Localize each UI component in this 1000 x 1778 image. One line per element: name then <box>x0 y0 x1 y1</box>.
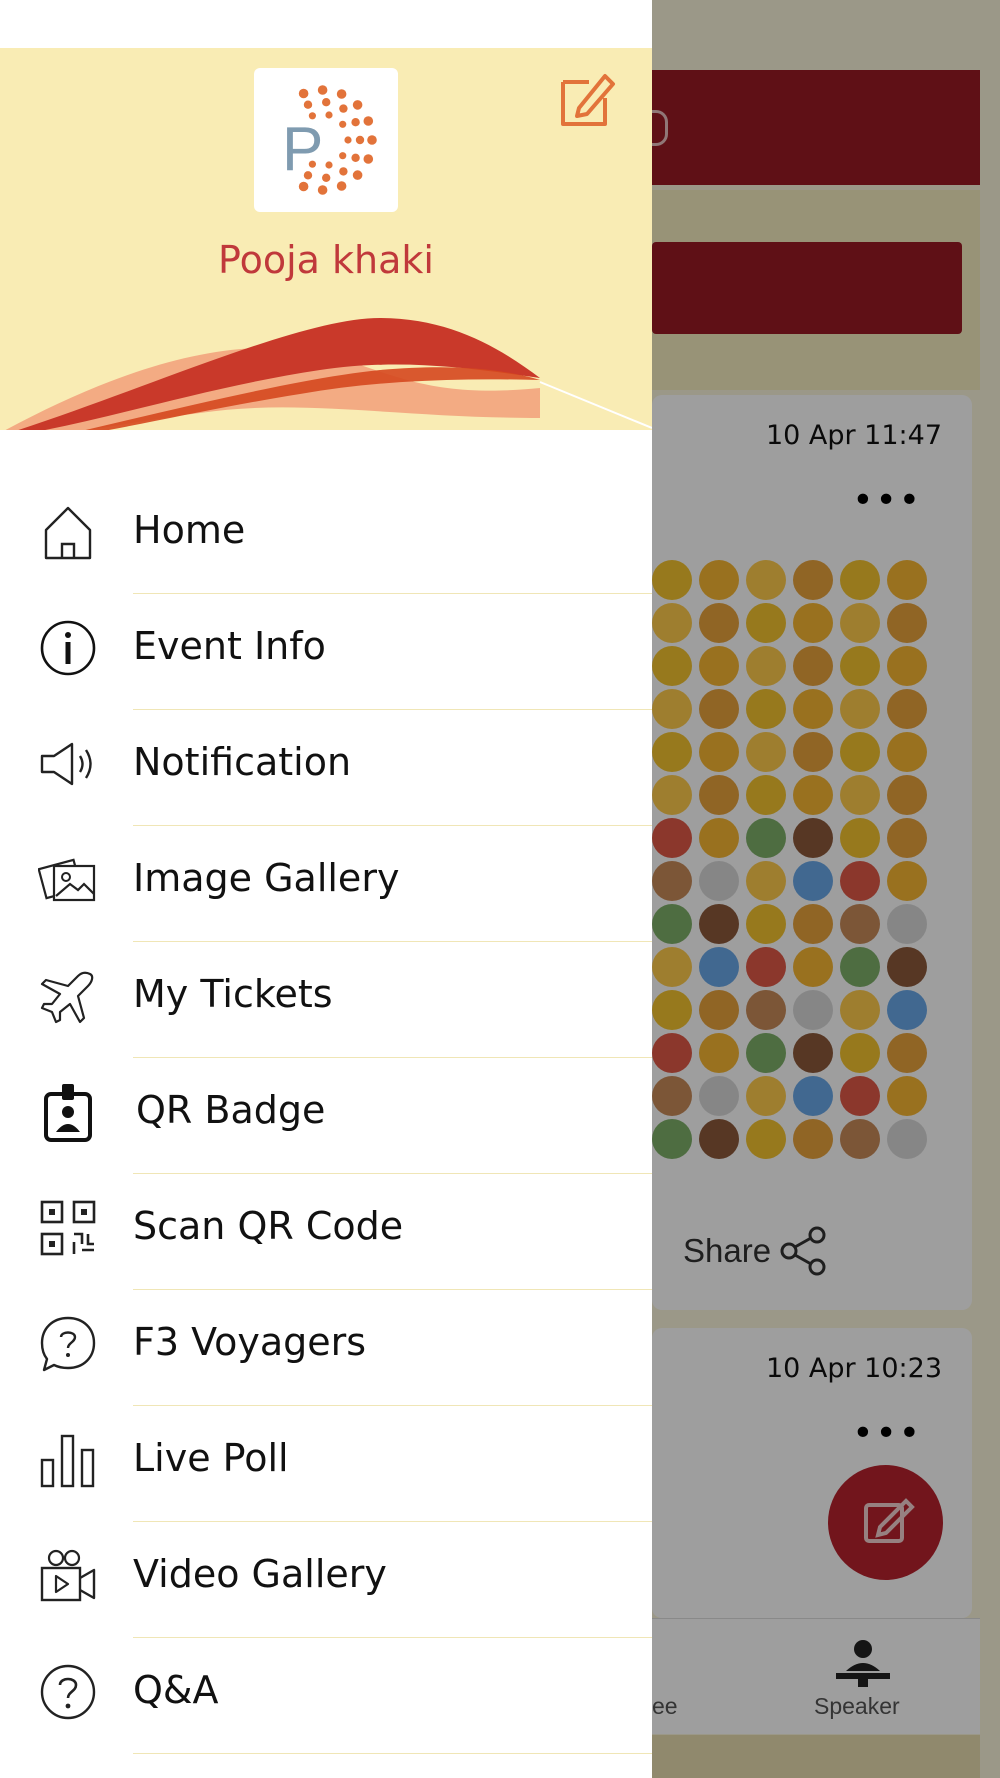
logo-dot <box>363 116 374 126</box>
qr-code-icon <box>38 1198 98 1258</box>
menu-item-my-tickets[interactable]: My Tickets <box>0 942 652 1058</box>
logo-dot <box>308 160 316 168</box>
question-circle-icon <box>38 1662 98 1722</box>
menu-item-live-poll[interactable]: Live Poll <box>0 1406 652 1522</box>
menu-label: Scan QR Code <box>133 1204 404 1248</box>
logo-dot <box>351 153 360 162</box>
header-wave <box>5 318 652 430</box>
airplane-icon <box>38 966 98 1026</box>
menu-label: F3 Voyagers <box>133 1320 367 1364</box>
event-logo: P <box>254 68 398 212</box>
logo-dot <box>298 88 309 99</box>
logo-letter: P <box>282 115 323 184</box>
menu-label: Image Gallery <box>133 856 400 900</box>
menu-label: Q&A <box>133 1668 219 1712</box>
menu-label: Event Info <box>133 624 326 668</box>
logo-dot <box>303 100 313 109</box>
logo-dot <box>322 98 331 107</box>
logo-dot <box>367 135 377 145</box>
logo-dot <box>336 181 347 191</box>
menu-item-f3-voyagers[interactable]: F3 Voyagers <box>0 1290 652 1406</box>
video-camera-icon <box>38 1546 98 1606</box>
drawer-menu: Home Event Info Notification Image Galle… <box>0 478 652 1754</box>
logo-dot <box>351 118 360 127</box>
home-icon <box>38 502 98 562</box>
logo-dot <box>322 173 331 182</box>
image-gallery-icon <box>37 850 98 910</box>
navigation-drawer: P Pooja khaki Home Event Info Notificati… <box>0 0 652 1778</box>
logo-dot <box>339 120 347 128</box>
logo-dot <box>355 135 365 145</box>
logo-dot <box>339 104 348 113</box>
drawer-header: P Pooja khaki <box>0 48 652 430</box>
menu-label: Notification <box>133 740 352 784</box>
menu-label: My Tickets <box>133 972 333 1016</box>
menu-item-home[interactable]: Home <box>0 478 652 594</box>
logo-dot <box>339 152 347 160</box>
logo-dot <box>336 89 347 99</box>
logo-dot <box>344 136 352 144</box>
menu-item-scan-qr-code[interactable]: Scan QR Code <box>0 1174 652 1290</box>
bar-chart-icon <box>38 1430 98 1490</box>
menu-item-video-gallery[interactable]: Video Gallery <box>0 1522 652 1638</box>
menu-item-notification[interactable]: Notification <box>0 710 652 826</box>
logo-dot <box>339 167 348 176</box>
logo-dot <box>352 170 363 180</box>
logo-dot <box>298 181 309 192</box>
edit-icon <box>561 74 615 126</box>
drawer-scrim[interactable] <box>652 0 1000 1778</box>
menu-label: QR Badge <box>136 1088 326 1132</box>
badge-icon <box>38 1082 98 1142</box>
logo-dot <box>325 111 333 119</box>
edit-profile-button[interactable] <box>555 68 619 132</box>
logo-dot <box>325 161 333 169</box>
info-icon <box>38 618 98 678</box>
logo-dot <box>352 100 363 110</box>
menu-label: Video Gallery <box>133 1552 387 1596</box>
logo-dot <box>363 154 374 164</box>
logo-dot <box>303 171 313 180</box>
logo-dot <box>317 85 328 95</box>
menu-item-image-gallery[interactable]: Image Gallery <box>0 826 652 942</box>
user-name: Pooja khaki <box>218 238 434 282</box>
menu-divider <box>133 1753 652 1754</box>
menu-label: Live Poll <box>133 1436 289 1480</box>
menu-item-event-info[interactable]: Event Info <box>0 594 652 710</box>
logo-dot <box>308 112 316 120</box>
menu-label: Home <box>133 508 246 552</box>
chat-question-icon <box>38 1314 98 1374</box>
logo-dot <box>317 185 328 195</box>
megaphone-icon <box>38 734 98 794</box>
menu-item-qr-badge[interactable]: QR Badge <box>0 1058 652 1174</box>
logo-icon: P <box>282 85 377 195</box>
menu-item-q-and-a[interactable]: Q&A <box>0 1638 652 1754</box>
